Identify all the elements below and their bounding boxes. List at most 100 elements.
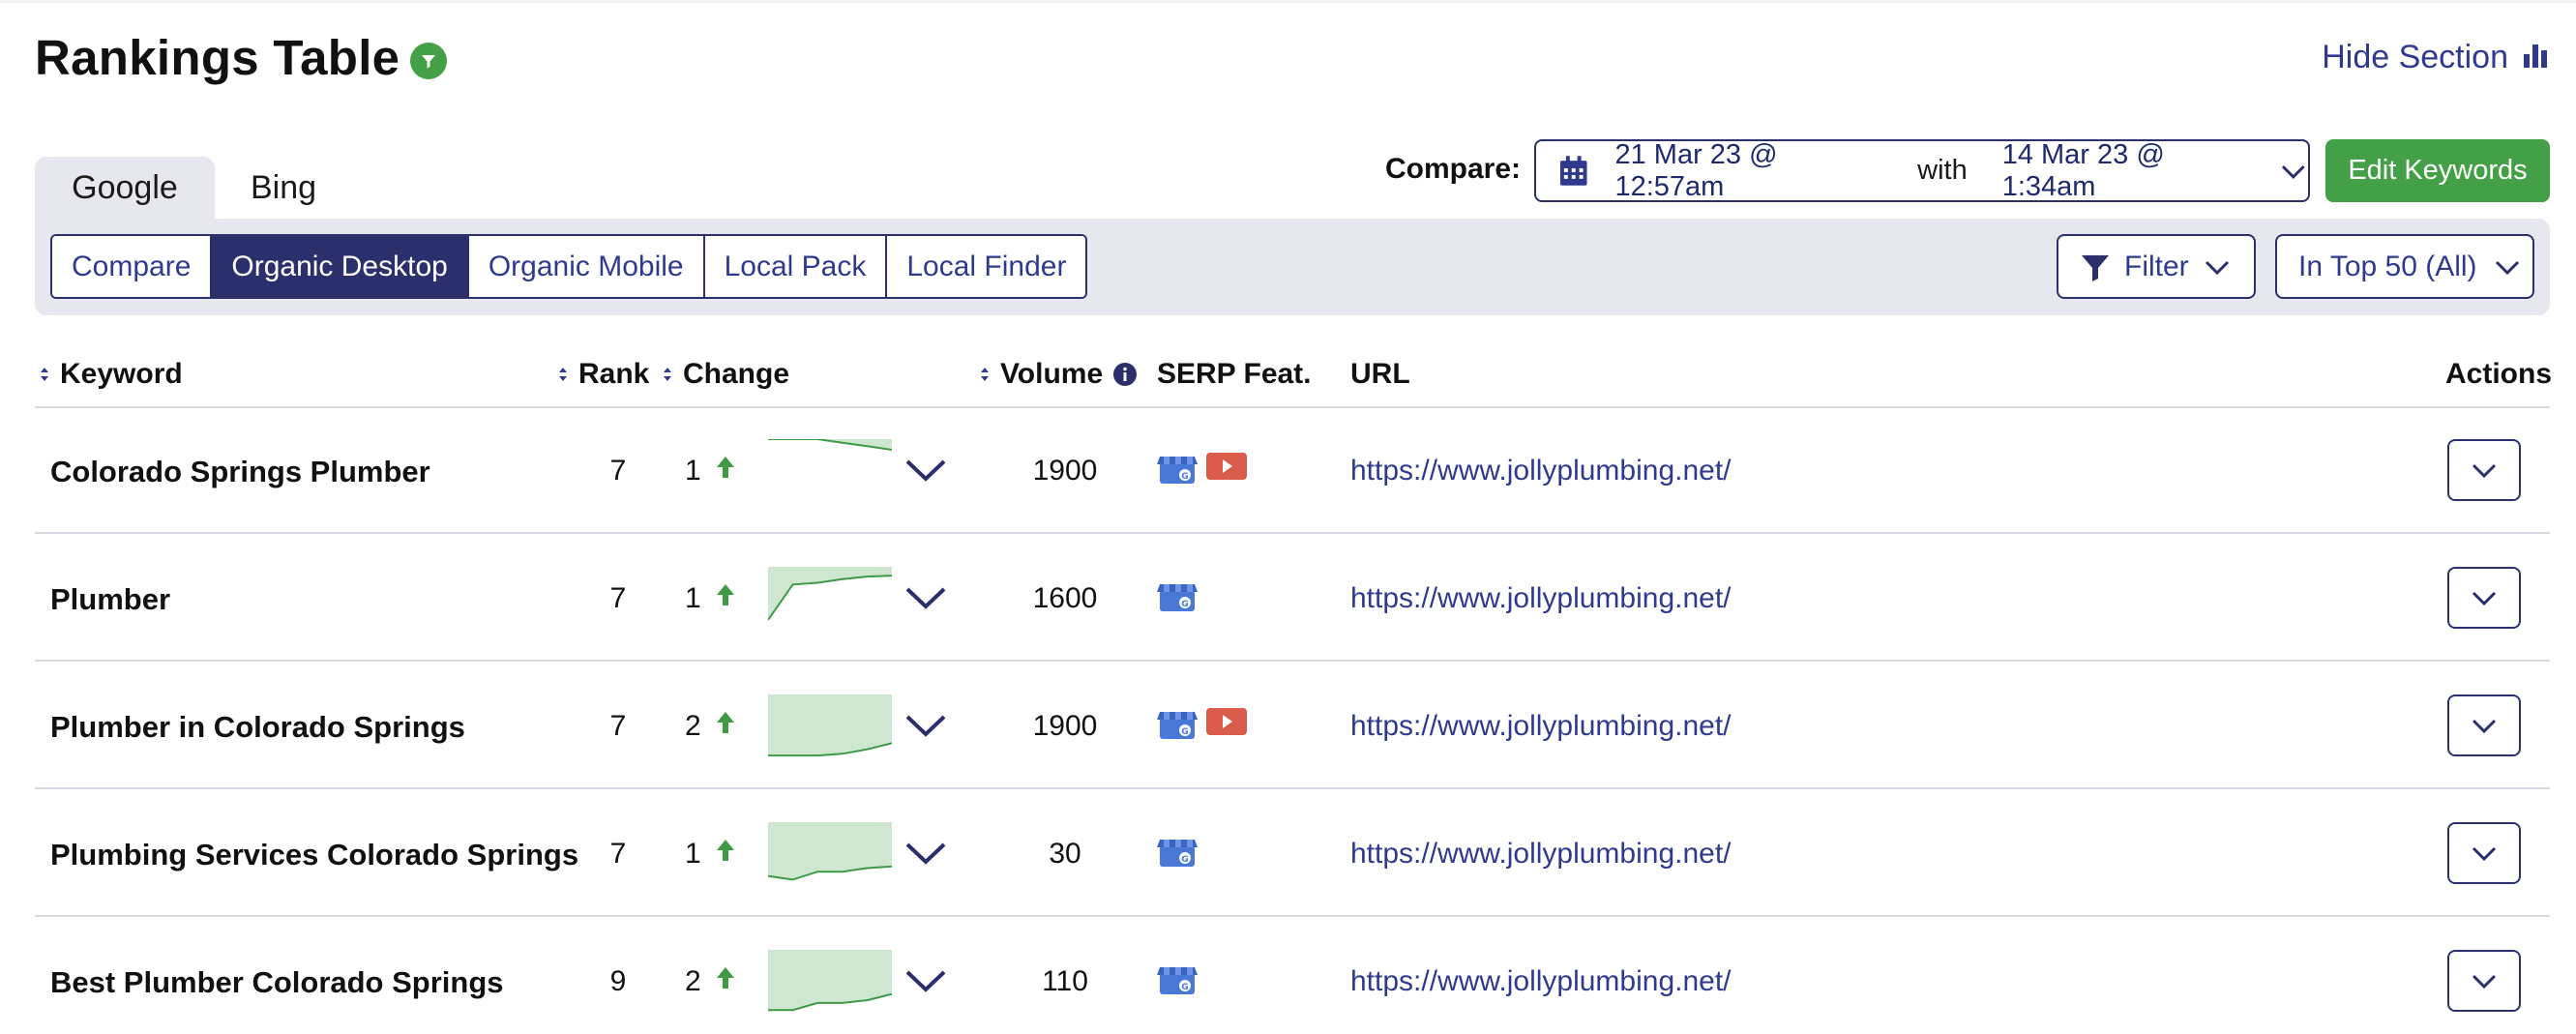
- local-pack-icon: G: [1157, 712, 1198, 739]
- local-pack-icon: G: [1157, 967, 1198, 994]
- view-local-finder[interactable]: Local Finder: [887, 236, 1086, 297]
- chevron-down-icon[interactable]: [903, 580, 948, 613]
- trend-sparkline: [768, 950, 892, 1012]
- column-url: URL: [1350, 358, 1410, 390]
- view-local-pack[interactable]: Local Pack: [704, 236, 888, 297]
- hide-section-link[interactable]: Hide Section: [2322, 39, 2508, 76]
- table-row: Plumber 7 1 1600 G https://www.jollyplum…: [35, 536, 2550, 662]
- edit-keywords-button[interactable]: Edit Keywords: [2325, 139, 2550, 202]
- rank-cell: 7: [609, 838, 627, 870]
- sort-icon: [664, 368, 671, 381]
- top-divider: [0, 0, 2576, 3]
- table-row: Plumbing Services Colorado Springs 7 1 3…: [35, 791, 2550, 917]
- filter-badge-icon[interactable]: [410, 43, 447, 79]
- table-row: Colorado Springs Plumber 7 1 1900 G http…: [35, 408, 2550, 534]
- view-compare[interactable]: Compare: [52, 236, 213, 297]
- table-row: Best Plumber Colorado Springs 9 2 110 G …: [35, 919, 2550, 1034]
- keyword-cell: Plumber in Colorado Springs: [50, 710, 465, 744]
- sort-icon: [41, 368, 48, 381]
- arrow-up-icon: [717, 584, 734, 606]
- rank-range-label: In Top 50 (All): [2298, 250, 2477, 282]
- keyword-cell: Colorado Springs Plumber: [50, 455, 430, 488]
- trend-sparkline: [768, 694, 892, 756]
- keyword-cell: Best Plumber Colorado Springs: [50, 965, 504, 999]
- sort-icon: [981, 368, 989, 381]
- ranking-url-link[interactable]: https://www.jollyplumbing.net/: [1350, 455, 1732, 487]
- chevron-down-icon: [2282, 164, 2306, 179]
- sort-icon: [559, 368, 567, 381]
- column-serp-features: SERP Feat.: [1157, 358, 1312, 390]
- serp-features-cell: G: [1157, 834, 1198, 869]
- date-to: 14 Mar 23 @ 1:34am: [2001, 138, 2165, 202]
- date-from: 21 Mar 23 @ 12:57am: [1614, 138, 1778, 202]
- bar-chart-icon[interactable]: [2520, 41, 2551, 72]
- column-keyword[interactable]: Keyword: [39, 358, 183, 391]
- volume-cell: 1900: [1032, 455, 1098, 487]
- ranking-url-link[interactable]: https://www.jollyplumbing.net/: [1350, 965, 1732, 998]
- volume-cell: 30: [1049, 838, 1081, 870]
- tab-google[interactable]: Google: [35, 157, 215, 219]
- row-actions-button[interactable]: [2447, 822, 2521, 884]
- chevron-down-icon: [2205, 260, 2229, 275]
- column-actions: Actions: [2445, 358, 2553, 390]
- keyword-cell: Plumber: [50, 582, 171, 616]
- ranking-url-link[interactable]: https://www.jollyplumbing.net/: [1350, 838, 1732, 871]
- arrow-up-icon: [717, 967, 734, 989]
- chevron-down-icon: [2472, 719, 2497, 734]
- serp-features-cell: G: [1157, 578, 1198, 613]
- with-label: with: [1917, 155, 1968, 186]
- rank-cell: 7: [609, 582, 627, 614]
- serp-features-cell: G: [1157, 961, 1198, 996]
- keyword-cell: Plumbing Services Colorado Springs: [50, 838, 579, 872]
- date-compare-picker[interactable]: 21 Mar 23 @ 12:57am with 14 Mar 23 @ 1:3…: [1534, 139, 2310, 202]
- change-cell: 1: [685, 838, 701, 870]
- change-cell: 1: [685, 582, 701, 614]
- ranking-url-link[interactable]: https://www.jollyplumbing.net/: [1350, 582, 1732, 615]
- trend-sparkline: [768, 822, 892, 881]
- rank-range-dropdown[interactable]: In Top 50 (All): [2275, 234, 2534, 299]
- row-actions-button[interactable]: [2447, 694, 2521, 756]
- column-volume[interactable]: Volume: [979, 358, 1138, 391]
- ranking-url-link[interactable]: https://www.jollyplumbing.net/: [1350, 710, 1732, 743]
- filter-label: Filter: [2124, 250, 2189, 282]
- volume-cell: 1600: [1032, 582, 1098, 614]
- video-icon: [1206, 708, 1247, 735]
- tab-bing[interactable]: Bing: [215, 157, 352, 219]
- chevron-down-icon: [2472, 591, 2497, 606]
- info-icon[interactable]: [1112, 362, 1138, 387]
- serp-features-cell: G: [1157, 451, 1248, 486]
- row-actions-button[interactable]: [2447, 950, 2521, 1012]
- svg-text:G: G: [1181, 472, 1188, 482]
- chevron-down-icon[interactable]: [903, 708, 948, 741]
- chevron-down-icon[interactable]: [903, 836, 948, 869]
- chevron-down-icon[interactable]: [903, 453, 948, 486]
- change-cell: 2: [685, 710, 701, 742]
- svg-text:G: G: [1181, 983, 1188, 992]
- filter-dropdown[interactable]: Filter: [2057, 234, 2256, 299]
- view-segmented-control: Compare Organic Desktop Organic Mobile L…: [50, 234, 1088, 299]
- serp-features-cell: G: [1157, 706, 1248, 741]
- arrow-up-icon: [717, 840, 734, 861]
- column-change[interactable]: Change: [662, 358, 789, 391]
- chevron-down-icon: [2495, 260, 2519, 275]
- rank-cell: 9: [609, 965, 627, 997]
- table-row: Plumber in Colorado Springs 7 2 1900 G h…: [35, 664, 2550, 789]
- column-rank[interactable]: Rank: [557, 358, 649, 391]
- trend-sparkline: [768, 567, 892, 621]
- page-title: Rankings Table: [35, 30, 400, 85]
- local-pack-icon: G: [1157, 584, 1198, 611]
- svg-text:G: G: [1181, 600, 1188, 609]
- local-pack-icon: G: [1157, 457, 1198, 484]
- svg-text:G: G: [1181, 855, 1188, 865]
- volume-cell: 1900: [1032, 710, 1098, 742]
- row-actions-button[interactable]: [2447, 439, 2521, 501]
- video-icon: [1206, 453, 1247, 480]
- calendar-icon: [1559, 155, 1587, 186]
- view-organic-desktop[interactable]: Organic Desktop: [212, 236, 469, 297]
- row-actions-button[interactable]: [2447, 567, 2521, 629]
- chevron-down-icon: [2472, 974, 2497, 990]
- chevron-down-icon[interactable]: [903, 963, 948, 996]
- chevron-down-icon: [2472, 846, 2497, 862]
- view-organic-mobile[interactable]: Organic Mobile: [468, 236, 705, 297]
- compare-label: Compare:: [1385, 153, 1522, 185]
